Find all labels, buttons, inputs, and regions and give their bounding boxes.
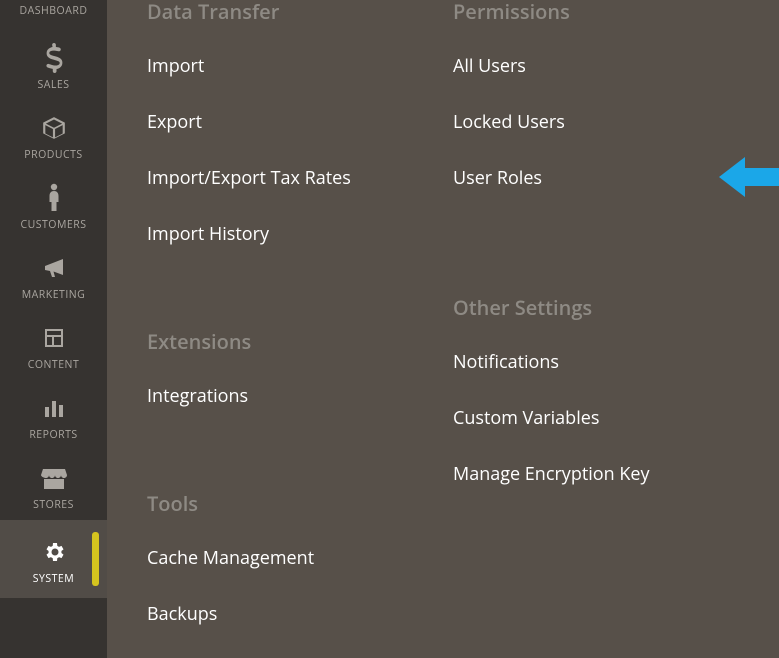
- sidenav-label: CONTENT: [28, 358, 80, 372]
- gear-icon: [42, 534, 66, 570]
- storefront-icon: [41, 460, 67, 496]
- sidenav-label: SALES: [38, 78, 70, 92]
- sidenav-label: CUSTOMERS: [21, 218, 87, 232]
- menu-link-integrations[interactable]: Integrations: [147, 384, 453, 408]
- sidenav-item-stores[interactable]: STORES: [0, 450, 107, 520]
- sidenav-item-products[interactable]: PRODUCTS: [0, 100, 107, 170]
- active-indicator: [92, 532, 99, 586]
- sidenav-item-customers[interactable]: CUSTOMERS: [0, 170, 107, 240]
- menu-link-export[interactable]: Export: [147, 110, 453, 134]
- menu-link-locked-users[interactable]: Locked Users: [453, 110, 759, 134]
- menu-link-manage-encryption-key[interactable]: Manage Encryption Key: [453, 462, 759, 486]
- sidenav-item-system[interactable]: SYSTEM: [0, 520, 107, 598]
- sidenav-item-marketing[interactable]: MARKETING: [0, 240, 107, 310]
- menu-link-import[interactable]: Import: [147, 54, 453, 78]
- menu-link-user-roles[interactable]: User Roles: [453, 166, 759, 190]
- megaphone-icon: [41, 250, 67, 286]
- person-icon: [46, 180, 62, 216]
- menu-link-import-history[interactable]: Import History: [147, 222, 453, 246]
- menu-link-custom-variables[interactable]: Custom Variables: [453, 406, 759, 430]
- layout-icon: [42, 320, 66, 356]
- section-header-data-transfer: Data Transfer: [147, 0, 453, 24]
- menu-link-cache-management[interactable]: Cache Management: [147, 546, 453, 570]
- section-header-tools: Tools: [147, 492, 453, 516]
- flyout-column-1: Data Transfer Import Export Import/Expor…: [147, 0, 453, 658]
- sidenav-label: MARKETING: [22, 288, 86, 302]
- section-header-permissions: Permissions: [453, 0, 759, 24]
- menu-link-all-users[interactable]: All Users: [453, 54, 759, 78]
- sidenav-label: STORES: [33, 498, 74, 512]
- menu-link-import-export-tax-rates[interactable]: Import/Export Tax Rates: [147, 166, 453, 190]
- sidenav-label: SYSTEM: [33, 572, 74, 586]
- flyout-column-2: Permissions All Users Locked Users User …: [453, 0, 759, 658]
- box-icon: [41, 110, 67, 146]
- sidenav-item-reports[interactable]: REPORTS: [0, 380, 107, 450]
- section-header-extensions: Extensions: [147, 330, 453, 354]
- sidenav-item-sales[interactable]: SALES: [0, 30, 107, 100]
- sidenav-label: PRODUCTS: [24, 148, 82, 162]
- menu-link-backups[interactable]: Backups: [147, 602, 453, 626]
- menu-link-notifications[interactable]: Notifications: [453, 350, 759, 374]
- sidenav-item-content[interactable]: CONTENT: [0, 310, 107, 380]
- system-flyout: Data Transfer Import Export Import/Expor…: [107, 0, 779, 658]
- sidenav-item-dashboard[interactable]: DASHBOARD: [0, 0, 107, 30]
- bars-icon: [42, 390, 66, 426]
- dollar-icon: [43, 40, 65, 76]
- admin-sidenav: DASHBOARD SALES PRODUCTS CUSTOMERS MARKE…: [0, 0, 107, 658]
- sidenav-label: DASHBOARD: [20, 4, 88, 18]
- sidenav-label: REPORTS: [29, 428, 77, 442]
- section-header-other-settings: Other Settings: [453, 296, 759, 320]
